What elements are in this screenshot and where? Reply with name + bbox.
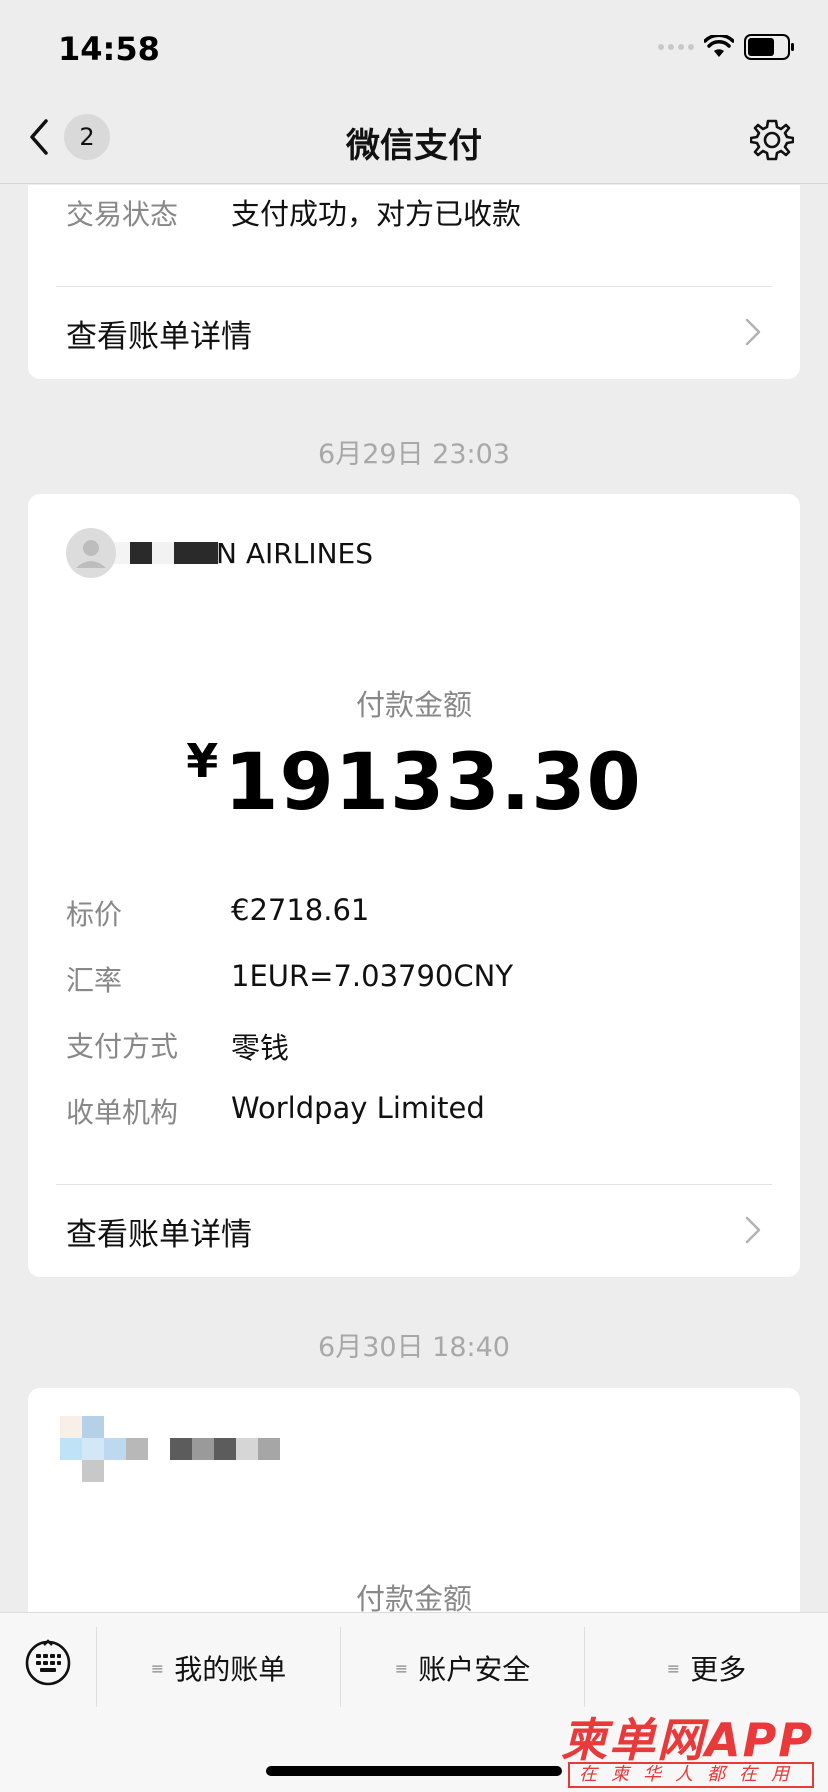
acquirer-value: Worldpay Limited xyxy=(231,1091,485,1125)
watermark-logo: 柬单网APP 在柬华人都在用 xyxy=(560,1704,820,1788)
menu-account-security[interactable]: ≡ 账户安全 xyxy=(341,1627,584,1709)
nav-bar: 2 微信支付 xyxy=(0,100,828,184)
currency-symbol: ¥ xyxy=(186,734,219,788)
exchange-rate-label: 汇率 xyxy=(66,964,123,997)
gear-icon xyxy=(749,119,795,161)
exchange-rate-value: 1EUR=7.03790CNY xyxy=(231,959,514,993)
page-title: 微信支付 xyxy=(346,126,482,166)
payment-amount-label: 付款金额 xyxy=(355,688,472,722)
watermark-main-text: 柬单网APP xyxy=(560,1713,814,1767)
menu-account-security-label: 账户安全 xyxy=(418,1653,531,1686)
menu-my-bills-label: 我的账单 xyxy=(174,1653,287,1686)
payment-card: N AIRLINES 付款金额 ¥19133.30 标价 €2718.61 汇率… xyxy=(28,494,800,1277)
status-label: 交易状态 xyxy=(66,198,179,231)
menu-more[interactable]: ≡ 更多 xyxy=(585,1627,828,1709)
timestamp: 6月29日 23:03 xyxy=(318,439,510,470)
chevron-right-icon xyxy=(745,318,761,346)
home-indicator[interactable] xyxy=(266,1766,562,1776)
list-price-label: 标价 xyxy=(66,898,123,931)
acquirer-label: 收单机构 xyxy=(66,1096,179,1129)
payment-amount-label: 付款金额 xyxy=(355,1582,472,1612)
menu-lines-icon: ≡ xyxy=(394,1658,409,1678)
view-bill-details-label: 查看账单详情 xyxy=(66,319,252,355)
battery-icon xyxy=(744,34,794,60)
payment-amount: ¥19133.30 xyxy=(28,734,800,828)
timestamp: 6月30日 18:40 xyxy=(318,1332,510,1363)
payment-method-value: 零钱 xyxy=(231,1031,290,1065)
menu-lines-icon: ≡ xyxy=(150,1658,165,1678)
wifi-icon xyxy=(704,35,734,57)
payment-card-next: 付款金额 xyxy=(28,1388,800,1612)
view-bill-details-link[interactable]: 查看账单详情 xyxy=(28,1185,800,1277)
status-value: 支付成功，对方已收款 xyxy=(231,197,522,231)
cellular-signal-icon xyxy=(658,44,694,50)
settings-button[interactable] xyxy=(749,118,795,166)
view-bill-details-link[interactable]: 查看账单详情 xyxy=(28,287,800,379)
merchant-name: N AIRLINES xyxy=(216,536,373,570)
list-price-value: €2718.61 xyxy=(231,893,370,927)
keyboard-icon xyxy=(25,1639,71,1686)
watermark-slogan: 在柬华人都在用 xyxy=(568,1762,814,1788)
merchant-avatar xyxy=(66,528,116,578)
merchant-name-redacted xyxy=(108,542,218,564)
menu-lines-icon: ≡ xyxy=(666,1658,681,1678)
chevron-right-icon xyxy=(745,1216,761,1244)
view-bill-details-label: 查看账单详情 xyxy=(66,1217,252,1253)
person-icon xyxy=(76,540,106,568)
status-bar: 14:58 xyxy=(0,0,828,100)
merchant-row: N AIRLINES xyxy=(66,528,373,578)
payment-card-previous: 交易状态 支付成功，对方已收款 查看账单详情 xyxy=(28,185,800,379)
menu-more-label: 更多 xyxy=(690,1653,747,1686)
message-list[interactable]: 交易状态 支付成功，对方已收款 查看账单详情 6月29日 23:03 N AIR… xyxy=(0,185,828,1612)
merchant-redacted xyxy=(60,1416,300,1482)
status-icons xyxy=(658,34,796,60)
menu-my-bills[interactable]: ≡ 我的账单 xyxy=(97,1627,340,1709)
status-time: 14:58 xyxy=(58,30,160,68)
amount-value: 19133.30 xyxy=(224,738,642,828)
payment-method-label: 支付方式 xyxy=(66,1030,179,1063)
keyboard-toggle-button[interactable] xyxy=(24,1639,72,1691)
